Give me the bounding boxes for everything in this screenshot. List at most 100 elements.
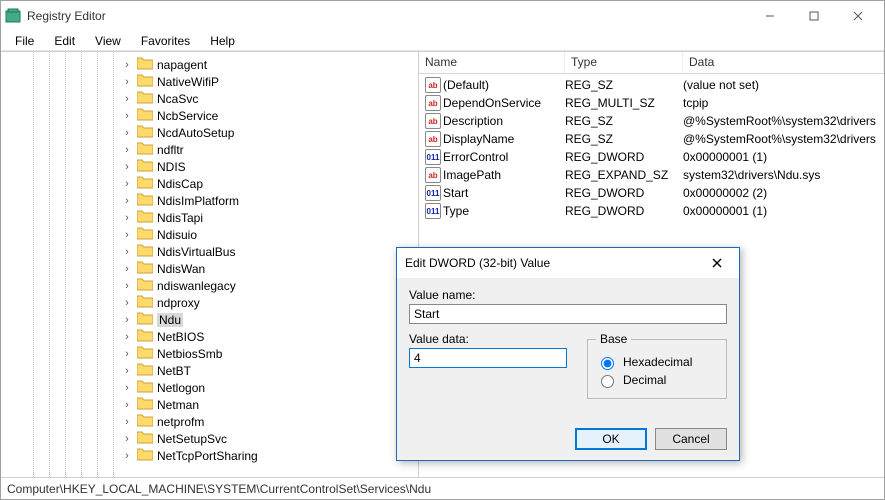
dialog-titlebar[interactable]: Edit DWORD (32-bit) Value (397, 248, 739, 278)
tree-item[interactable]: ›Netlogon (121, 379, 418, 396)
chevron-right-icon[interactable]: › (121, 127, 133, 139)
folder-icon (137, 294, 153, 311)
tree-item[interactable]: ›NetBT (121, 362, 418, 379)
col-name[interactable]: Name (419, 52, 565, 73)
chevron-right-icon[interactable]: › (121, 416, 133, 428)
chevron-right-icon[interactable]: › (121, 144, 133, 156)
titlebar[interactable]: Registry Editor (1, 1, 884, 31)
radio-dec-label: Decimal (623, 373, 666, 387)
dialog-close-button[interactable] (703, 249, 731, 277)
chevron-right-icon[interactable]: › (121, 280, 133, 292)
tree-item[interactable]: ›NativeWifiP (121, 73, 418, 90)
tree-item-label: NdisCap (157, 177, 203, 191)
value-row[interactable]: abDescriptionREG_SZ@%SystemRoot%\system3… (419, 112, 884, 130)
chevron-right-icon[interactable]: › (121, 331, 133, 343)
chevron-right-icon[interactable]: › (121, 76, 133, 88)
tree-item-label: NdisVirtualBus (157, 245, 235, 259)
tree-item-label: NdisTapi (157, 211, 203, 225)
folder-icon (137, 158, 153, 175)
chevron-right-icon[interactable]: › (121, 178, 133, 190)
value-name-label: Value name: (409, 288, 727, 302)
chevron-right-icon[interactable]: › (121, 348, 133, 360)
menu-edit[interactable]: Edit (46, 32, 83, 50)
col-type[interactable]: Type (565, 52, 683, 73)
value-row[interactable]: 011TypeREG_DWORD0x00000001 (1) (419, 202, 884, 220)
chevron-right-icon[interactable]: › (121, 433, 133, 445)
value-row[interactable]: abImagePathREG_EXPAND_SZsystem32\drivers… (419, 166, 884, 184)
menu-favorites[interactable]: Favorites (133, 32, 198, 50)
folder-icon (137, 90, 153, 107)
tree-item[interactable]: ›ndiswanlegacy (121, 277, 418, 294)
tree-item[interactable]: ›napagent (121, 56, 418, 73)
chevron-right-icon[interactable]: › (121, 450, 133, 462)
tree-item[interactable]: ›NcdAutoSetup (121, 124, 418, 141)
tree-pane[interactable]: ›napagent›NativeWifiP›NcaSvc›NcbService›… (1, 52, 419, 477)
value-name-field[interactable] (409, 304, 727, 324)
tree-item-label: NetTcpPortSharing (157, 449, 258, 463)
folder-icon (137, 243, 153, 260)
value-row[interactable]: abDependOnServiceREG_MULTI_SZtcpip (419, 94, 884, 112)
tree-item[interactable]: ›NcbService (121, 107, 418, 124)
minimize-button[interactable] (748, 2, 792, 30)
tree-item[interactable]: ›Ndisuio (121, 226, 418, 243)
menu-view[interactable]: View (87, 32, 129, 50)
chevron-right-icon[interactable]: › (121, 246, 133, 258)
tree-item-label: Ndu (157, 313, 183, 327)
chevron-right-icon[interactable]: › (121, 399, 133, 411)
chevron-right-icon[interactable]: › (121, 93, 133, 105)
dialog-title: Edit DWORD (32-bit) Value (405, 256, 703, 270)
maximize-button[interactable] (792, 2, 836, 30)
chevron-right-icon[interactable]: › (121, 382, 133, 394)
value-data-field[interactable] (409, 348, 567, 368)
chevron-right-icon[interactable]: › (121, 59, 133, 71)
menu-help[interactable]: Help (202, 32, 243, 50)
tree-item[interactable]: › Ndu (121, 311, 418, 328)
folder-icon (137, 396, 153, 413)
value-row[interactable]: 011StartREG_DWORD0x00000002 (2) (419, 184, 884, 202)
chevron-right-icon[interactable]: › (121, 297, 133, 309)
tree-item[interactable]: ›NdisWan (121, 260, 418, 277)
chevron-right-icon[interactable]: › (121, 110, 133, 122)
tree-item[interactable]: ›NDIS (121, 158, 418, 175)
tree-item[interactable]: ›NcaSvc (121, 90, 418, 107)
tree-item[interactable]: › NdisTapi (121, 209, 418, 226)
tree-item[interactable]: ›Netman (121, 396, 418, 413)
radio-dec[interactable]: Decimal (596, 372, 718, 388)
chevron-right-icon[interactable]: › (121, 195, 133, 207)
values-header[interactable]: Name Type Data (419, 52, 884, 74)
chevron-right-icon[interactable]: › (121, 229, 133, 241)
tree-item[interactable]: ›NetBIOS (121, 328, 418, 345)
chevron-right-icon[interactable]: › (121, 314, 133, 326)
tree-item[interactable]: › NdisCap (121, 175, 418, 192)
binary-value-icon: 011 (425, 203, 441, 219)
radio-hex-label: Hexadecimal (623, 355, 692, 369)
radio-hex[interactable]: Hexadecimal (596, 354, 718, 370)
tree-item[interactable]: ›NdisImPlatform (121, 192, 418, 209)
chevron-right-icon[interactable]: › (121, 212, 133, 224)
tree-item[interactable]: › NetTcpPortSharing (121, 447, 418, 464)
tree-item[interactable]: ›NetSetupSvc (121, 430, 418, 447)
value-name: ErrorControl (443, 150, 508, 164)
cancel-button[interactable]: Cancel (655, 428, 727, 450)
value-row[interactable]: ab(Default)REG_SZ(value not set) (419, 76, 884, 94)
tree-item[interactable]: › netprofm (121, 413, 418, 430)
menu-file[interactable]: File (7, 32, 42, 50)
radio-dec-input[interactable] (601, 375, 614, 388)
value-row[interactable]: abDisplayNameREG_SZ@%SystemRoot%\system3… (419, 130, 884, 148)
tree-item[interactable]: ›ndfltr (121, 141, 418, 158)
app-icon (5, 8, 21, 24)
tree-item[interactable]: › NdisVirtualBus (121, 243, 418, 260)
col-data[interactable]: Data (683, 52, 884, 73)
ok-button[interactable]: OK (575, 428, 647, 450)
value-data: (value not set) (683, 78, 884, 92)
radio-hex-input[interactable] (601, 357, 614, 370)
value-row[interactable]: 011ErrorControlREG_DWORD0x00000001 (1) (419, 148, 884, 166)
tree-item[interactable]: ›ndproxy (121, 294, 418, 311)
chevron-right-icon[interactable]: › (121, 365, 133, 377)
tree-item-label: netprofm (157, 415, 204, 429)
chevron-right-icon[interactable]: › (121, 161, 133, 173)
chevron-right-icon[interactable]: › (121, 263, 133, 275)
tree-item[interactable]: ›NetbiosSmb (121, 345, 418, 362)
close-button[interactable] (836, 2, 880, 30)
folder-icon (137, 447, 153, 464)
